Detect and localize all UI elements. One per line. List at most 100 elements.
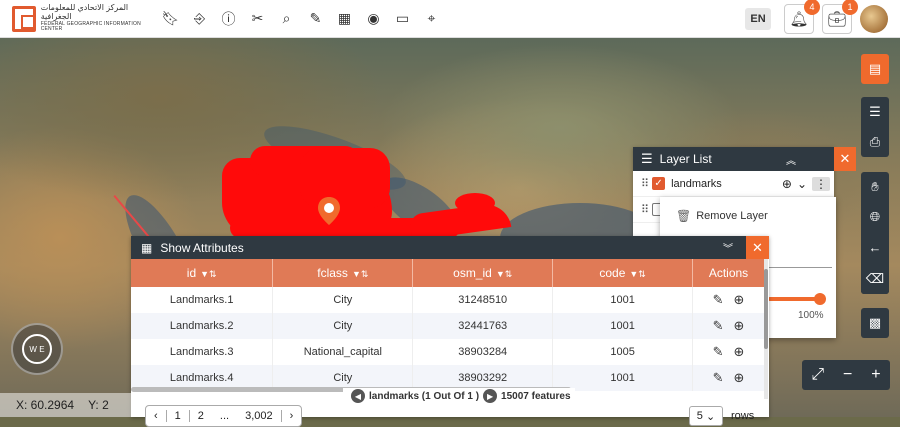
- fullscreen-icon[interactable]: ⤢: [811, 366, 824, 384]
- layer-checkbox[interactable]: ✓: [652, 177, 666, 190]
- chevron-down-icon[interactable]: ⌄: [797, 177, 807, 191]
- cell-osm-id: 38903284: [412, 339, 554, 365]
- pager-page-1[interactable]: 1: [165, 410, 190, 422]
- scissors-icon[interactable]: ✂: [243, 0, 272, 38]
- layer-info: landmarks (1 Out Of 1 ): [369, 390, 480, 402]
- layer-list-close-button[interactable]: ✕: [834, 147, 856, 171]
- zoom-to-feature-icon[interactable]: ⊕: [734, 370, 745, 385]
- zoom-to-feature-icon[interactable]: ⊕: [734, 344, 745, 359]
- layer-list-title: Layer List: [659, 152, 712, 166]
- filter-sort-icon[interactable]: ▼⇅: [496, 269, 512, 279]
- zoom-in-icon[interactable]: +: [871, 366, 880, 384]
- close-icon: ✕: [839, 151, 851, 166]
- zoom-to-feature-icon[interactable]: ⊕: [734, 318, 745, 333]
- layer-navigation: ◀ landmarks (1 Out Of 1 ) ▶ 15007 featur…: [343, 388, 575, 404]
- cell-code: 1001: [552, 287, 694, 313]
- column-header-osm-id[interactable]: osm_id ▼⇅: [412, 259, 554, 287]
- cell-fclass: National_capital: [272, 339, 414, 365]
- compass-icon: W E: [22, 334, 52, 364]
- filter-sort-icon[interactable]: ▼⇅: [352, 269, 368, 279]
- qr-button[interactable]: ▩: [861, 308, 889, 338]
- tasks-button[interactable]: 💼︎ 1: [822, 0, 858, 34]
- logo[interactable]: المركز الاتحادي للمعلومات الجغرافية FEDE…: [0, 3, 150, 33]
- layer-name: landmarks: [671, 177, 722, 190]
- opacity-slider-handle[interactable]: [814, 293, 826, 305]
- table-row[interactable]: Landmarks.3 National_capital 38903284 10…: [131, 339, 765, 365]
- map-search-icon[interactable]: ⌕: [272, 0, 301, 38]
- compass-widget[interactable]: W E: [11, 323, 63, 375]
- qr-code-icon: ▩: [868, 315, 882, 330]
- edit-icon[interactable]: ✎: [713, 370, 724, 385]
- column-header-fclass[interactable]: fclass ▼⇅: [272, 259, 414, 287]
- pager-page-last[interactable]: 3,002: [237, 410, 281, 422]
- edit-icon[interactable]: ✎: [713, 318, 724, 333]
- arrow-left-icon: ←: [868, 239, 882, 255]
- chevron-down-icon[interactable]: ︾: [723, 240, 733, 255]
- edit-icon[interactable]: ✎: [713, 344, 724, 359]
- rows-per-page: 5 ⌄ rows: [689, 406, 754, 426]
- rows-label: rows: [731, 410, 755, 422]
- cell-fclass: City: [272, 313, 414, 339]
- attributes-panel: ▦ Show Attributes ︾ ✕ id ▼⇅ fclass ▼⇅ osm_…: [131, 236, 769, 427]
- notifications-button[interactable]: 🔔︎ 4: [784, 0, 820, 34]
- pager-next-button[interactable]: ›: [280, 410, 302, 422]
- table-icon[interactable]: ▦: [330, 0, 359, 38]
- info-icon[interactable]: ⓘ: [214, 0, 243, 38]
- column-header-actions: Actions: [692, 259, 765, 287]
- eraser-button[interactable]: ⌫: [861, 264, 889, 294]
- layer-row[interactable]: ⠿ ✓ landmarks ⊕ ⌄ ⋮: [633, 171, 834, 197]
- layout-icon[interactable]: ▭: [388, 0, 417, 38]
- pager-prev-button[interactable]: ‹: [146, 410, 166, 422]
- top-bar: المركز الاتحادي للمعلومات الجغرافية FEDE…: [0, 0, 900, 38]
- y-coordinate: Y: 2: [88, 398, 109, 412]
- language-toggle[interactable]: EN: [745, 8, 771, 30]
- eye-icon[interactable]: ◉: [359, 0, 388, 38]
- zoom-to-feature-icon[interactable]: ⊕: [734, 292, 745, 307]
- filter-sort-icon[interactable]: ▼⇅: [629, 269, 645, 279]
- vertical-scrollbar[interactable]: [764, 259, 768, 399]
- rows-per-page-select[interactable]: 5 ⌄: [689, 406, 723, 426]
- logo-arabic-text: المركز الاتحادي للمعلومات الجغرافية: [40, 3, 129, 21]
- table-row[interactable]: Landmarks.2 City 32441763 1001 ✎ ⊕: [131, 313, 765, 339]
- zoom-out-icon[interactable]: −: [843, 366, 852, 384]
- column-header-id[interactable]: id ▼⇅: [131, 259, 274, 287]
- kebab-menu-icon[interactable]: ⋮: [812, 176, 830, 191]
- next-layer-icon[interactable]: ▶: [483, 389, 498, 403]
- login-icon[interactable]: ⎆: [185, 0, 214, 38]
- draw-icon[interactable]: ✎: [301, 0, 330, 38]
- toolbar: 🔖︎ ⎆ ⓘ ✂ ⌕ ✎ ▦ ◉ ▭ ⌖: [156, 0, 446, 38]
- remove-layer-label: Remove Layer: [696, 210, 768, 222]
- list-icon: ☰: [641, 151, 653, 166]
- bookmark-icon[interactable]: 🔖︎: [156, 0, 185, 38]
- zoom-to-layer-icon[interactable]: ⊕: [782, 177, 792, 191]
- feature-count: 15007 features: [501, 390, 571, 402]
- cell-id: Landmarks.2: [131, 313, 274, 339]
- remove-layer-item[interactable]: 🗑︎ Remove Layer: [660, 197, 836, 235]
- chevron-up-icon[interactable]: ︽: [786, 152, 796, 167]
- filter-sort-icon[interactable]: ▼⇅: [200, 269, 216, 279]
- layer-list-header: ☰ Layer List ︽: [633, 147, 834, 171]
- location-pin-icon[interactable]: ⌖: [417, 0, 446, 38]
- print-button[interactable]: ⎙: [861, 127, 889, 157]
- edit-icon[interactable]: ✎: [713, 292, 724, 307]
- location-marker-icon[interactable]: [317, 196, 341, 226]
- previous-layer-icon[interactable]: ◀: [351, 389, 365, 403]
- globe-button[interactable]: 🌐︎: [861, 202, 889, 232]
- column-header-code[interactable]: code ▼⇅: [552, 259, 694, 287]
- legend-button[interactable]: ▤: [861, 54, 889, 84]
- avatar[interactable]: [860, 5, 888, 33]
- dock-group-1: ☰ ⎙: [861, 97, 889, 157]
- pan-button[interactable]: ✋︎: [861, 172, 889, 202]
- pagination: ‹ 1 2 ... 3,002 ›: [145, 405, 303, 427]
- drag-handle-icon[interactable]: ⠿: [641, 203, 649, 216]
- table-row[interactable]: Landmarks.1 City 31248510 1001 ✎ ⊕: [131, 287, 765, 313]
- layer-list-button[interactable]: ☰: [861, 97, 889, 127]
- opacity-slider[interactable]: [768, 297, 820, 301]
- list-icon: ☰: [869, 104, 881, 119]
- zoom-controls: ⤢ − +: [802, 360, 890, 390]
- attributes-close-button[interactable]: ✕: [746, 236, 769, 259]
- cell-code: 1005: [552, 339, 694, 365]
- drag-handle-icon[interactable]: ⠿: [641, 177, 649, 190]
- pager-page-2[interactable]: 2: [190, 410, 212, 422]
- previous-extent-button[interactable]: ←: [861, 232, 889, 262]
